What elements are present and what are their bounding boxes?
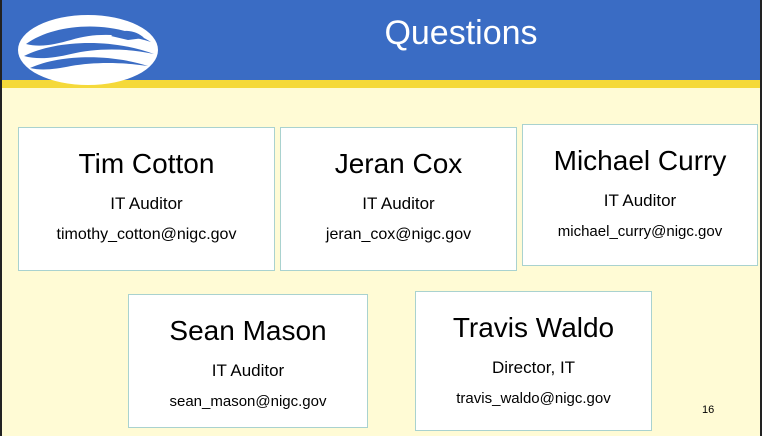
- contact-card: Sean Mason IT Auditor sean_mason@nigc.go…: [128, 294, 368, 428]
- contact-email[interactable]: michael_curry@nigc.gov: [523, 223, 757, 240]
- contact-name: Tim Cotton: [78, 148, 215, 179]
- contact-card: Travis Waldo Director, IT travis_waldo@n…: [415, 291, 652, 431]
- contact-email[interactable]: sean_mason@nigc.gov: [129, 393, 367, 410]
- contact-role: IT Auditor: [603, 191, 677, 210]
- contact-name: Michael Curry: [553, 145, 727, 176]
- contact-name: Sean Mason: [169, 315, 327, 346]
- contact-email[interactable]: timothy_cotton@nigc.gov: [19, 226, 274, 244]
- contact-role: IT Auditor: [110, 194, 183, 213]
- contact-role: IT Auditor: [211, 361, 285, 380]
- contact-email[interactable]: travis_waldo@nigc.gov: [416, 390, 651, 407]
- contact-card: Jeran Cox IT Auditor jeran_cox@nigc.gov: [280, 127, 517, 271]
- contact-card: Michael Curry IT Auditor michael_curry@n…: [522, 124, 758, 266]
- page-number: 16: [702, 404, 715, 416]
- contact-card: Tim Cotton IT Auditor timothy_cotton@nig…: [18, 127, 275, 271]
- contact-name: Travis Waldo: [452, 312, 615, 343]
- contact-name: Jeran Cox: [334, 148, 463, 179]
- contact-role: IT Auditor: [362, 194, 435, 213]
- contact-email[interactable]: jeran_cox@nigc.gov: [281, 226, 516, 244]
- slide-title: Questions: [384, 14, 538, 52]
- slide: Questions Tim Cotton IT Auditor timothy_…: [0, 0, 762, 436]
- contact-role: Director, IT: [491, 358, 576, 377]
